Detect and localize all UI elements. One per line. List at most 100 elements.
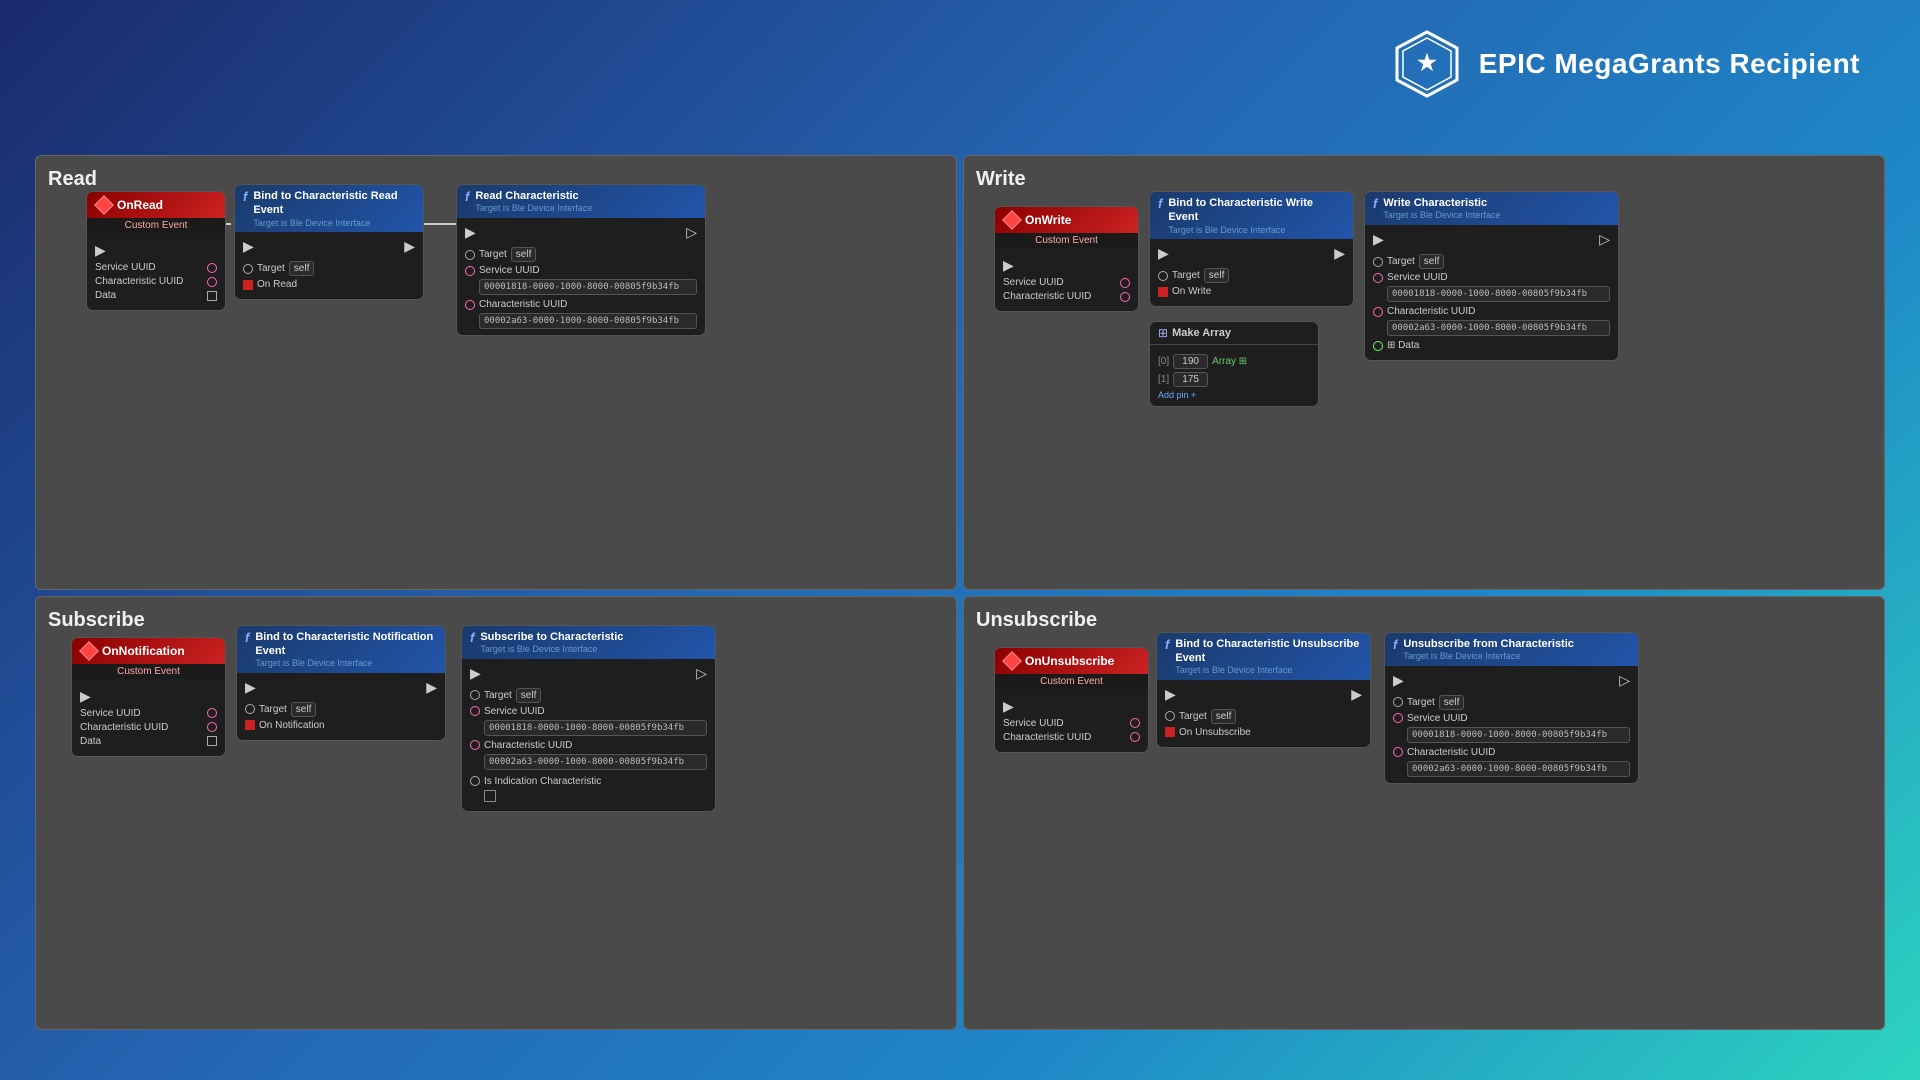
svg-text:★: ★ — [1417, 50, 1437, 75]
on-write-pin — [1158, 287, 1168, 297]
target-pin — [1393, 697, 1403, 707]
array-out-label: Array ⊞ — [1212, 356, 1247, 367]
char-uuid-value: 00002a63-0000-1000-8000-00805f9b34fb — [1387, 320, 1610, 336]
indication-checkbox[interactable] — [484, 790, 496, 802]
write-panel: Write OnWrite Custom Event ▶ Service UUI… — [963, 155, 1885, 590]
target-pin — [245, 704, 255, 714]
write-char-node: f Write Characteristic Target is Ble Dev… — [1364, 191, 1619, 361]
on-read-subtitle: Custom Event — [87, 218, 225, 233]
service-uuid-pin — [1393, 713, 1403, 723]
on-notification-node: OnNotification Custom Event ▶ Service UU… — [71, 637, 226, 757]
make-array-node: ⊞ Make Array [0] 190 Array ⊞ [1] 175 Add… — [1149, 321, 1319, 407]
service-uuid-label: Service UUID — [479, 265, 540, 276]
char-uuid-value: 00002a63-0000-1000-8000-00805f9b34fb — [1407, 761, 1630, 777]
data-pin — [1373, 341, 1383, 351]
write-title: Write — [976, 168, 1872, 191]
index-1: [1] — [1158, 374, 1169, 385]
self-badge: self — [1439, 695, 1465, 710]
char-uuid-label: Characteristic UUID — [479, 299, 567, 310]
array-title: Make Array — [1172, 327, 1231, 339]
index-0: [0] — [1158, 356, 1169, 367]
on-unsubscribe-node: OnUnsubscribe Custom Event ▶ Service UUI… — [994, 647, 1149, 753]
on-write-subtitle: Custom Event — [995, 233, 1138, 248]
self-badge: self — [1211, 709, 1237, 724]
char-uuid-label: Characteristic UUID — [1407, 747, 1495, 758]
add-pin-label[interactable]: Add pin + — [1158, 390, 1310, 400]
bind-write-subtitle: Target is Ble Device Interface — [1168, 225, 1345, 236]
on-unsub-pin — [1165, 727, 1175, 737]
self-badge: self — [511, 247, 537, 262]
target-pin — [243, 264, 253, 274]
on-unsubscribe-subtitle: Custom Event — [995, 674, 1148, 689]
char-uuid-value: 00002a63-0000-1000-8000-00805f9b34fb — [479, 313, 697, 329]
on-notification-subtitle: Custom Event — [72, 664, 225, 679]
service-uuid-value: 00001818-0000-1000-8000-00805f9b34fb — [1407, 727, 1630, 743]
target-label: Target — [1387, 256, 1415, 267]
service-uuid-value: 00001818-0000-1000-8000-00805f9b34fb — [1387, 286, 1610, 302]
bind-read-subtitle: Target is Ble Device Interface — [253, 218, 415, 229]
bind-unsubscribe-node: f Bind to Characteristic Unsubscribe Eve… — [1156, 632, 1371, 748]
epic-title: EPIC MegaGrants Recipient — [1479, 48, 1860, 80]
unsubscribe-char-node: f Unsubscribe from Characteristic Target… — [1384, 632, 1639, 784]
service-uuid-pin — [1373, 273, 1383, 283]
target-label: Target — [1172, 270, 1200, 281]
read-char-subtitle: Target is Ble Device Interface — [475, 203, 592, 214]
on-notification-label: OnNotification — [102, 644, 185, 658]
target-label: Target — [484, 690, 512, 701]
indication-label: Is Indication Characteristic — [484, 776, 601, 787]
self-badge: self — [289, 261, 315, 276]
data-label: Data — [95, 290, 116, 301]
array-icon: ⊞ — [1158, 326, 1168, 340]
on-write-label: OnWrite — [1025, 213, 1071, 227]
service-uuid-pin — [207, 263, 217, 273]
on-notif-pin — [245, 720, 255, 730]
data-label: ⊞ Data — [1387, 340, 1419, 351]
self-badge: self — [291, 702, 317, 717]
subscribe-char-title: Subscribe to Characteristic — [480, 630, 623, 644]
exec-out: ▷ — [686, 224, 697, 241]
on-read-pin-label: On Read — [257, 279, 297, 290]
on-read-pin — [243, 280, 253, 290]
exec-in: ▶ — [465, 224, 476, 241]
target-pin — [465, 250, 475, 260]
char-uuid-pin — [207, 277, 217, 287]
char-uuid-value: 00002a63-0000-1000-8000-00805f9b34fb — [484, 754, 707, 770]
target-label: Target — [1179, 711, 1207, 722]
value-0: 190 — [1173, 354, 1208, 369]
char-uuid-pin — [465, 300, 475, 310]
target-pin — [1373, 257, 1383, 267]
service-uuid-label: Service UUID — [1407, 713, 1468, 724]
service-uuid-pin — [470, 706, 480, 716]
target-pin — [470, 690, 480, 700]
self-badge: self — [516, 688, 542, 703]
write-char-title: Write Characteristic — [1383, 196, 1500, 210]
epic-logo: ★ — [1391, 28, 1463, 100]
exec-in-icon: ▶ — [243, 238, 254, 255]
char-uuid-label: Characteristic UUID — [484, 740, 572, 751]
main-container: Read OnRead Custom Event ▶ Service UUID — [35, 155, 1885, 1030]
unsub-char-title: Unsubscribe from Characteristic — [1403, 637, 1574, 651]
self-badge: self — [1419, 254, 1445, 269]
exec-out-icon: ▶ — [404, 238, 415, 255]
char-uuid-label: Characteristic UUID — [1003, 732, 1091, 743]
bind-notif-subtitle: Target is Ble Device Interface — [255, 658, 437, 669]
on-unsubscribe-label: OnUnsubscribe — [1025, 654, 1114, 668]
target-label: Target — [1407, 697, 1435, 708]
unsubscribe-panel: Unsubscribe OnUnsubscribe Custom Event ▶… — [963, 596, 1885, 1031]
service-uuid-pin — [1120, 278, 1130, 288]
bind-notification-node: f Bind to Characteristic Notification Ev… — [236, 625, 446, 741]
service-uuid-label: Service UUID — [484, 706, 545, 717]
bind-read-title: Bind to Characteristic Read Event — [253, 189, 415, 218]
bind-read-node: f Bind to Characteristic Read Event Targ… — [234, 184, 424, 300]
subscribe-panel: Subscribe OnNotification Custom Event ▶ … — [35, 596, 957, 1031]
target-label: Target — [257, 263, 285, 274]
on-read-node: OnRead Custom Event ▶ Service UUID Chara… — [86, 191, 226, 311]
subscribe-char-node: f Subscribe to Characteristic Target is … — [461, 625, 716, 812]
unsubscribe-title: Unsubscribe — [976, 609, 1872, 632]
service-uuid-pin — [465, 266, 475, 276]
bind-notif-title: Bind to Characteristic Notification Even… — [255, 630, 437, 659]
char-uuid-label: Characteristic UUID — [95, 276, 183, 287]
service-uuid-value: 00001818-0000-1000-8000-00805f9b34fb — [479, 279, 697, 295]
on-read-label: OnRead — [117, 198, 163, 212]
char-uuid-pin — [1373, 307, 1383, 317]
